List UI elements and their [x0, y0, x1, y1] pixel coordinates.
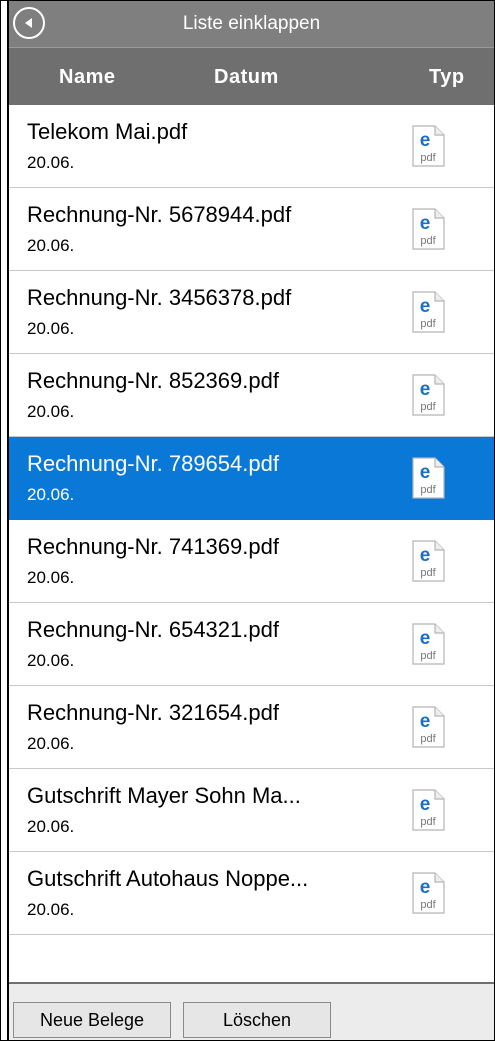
document-name: Rechnung-Nr. 852369.pdf — [27, 368, 279, 393]
list-item[interactable]: Rechnung-Nr. 321654.pdf 20.06. e pdf — [9, 686, 494, 769]
svg-text:e: e — [420, 628, 431, 649]
column-type-header[interactable]: Typ — [429, 66, 465, 89]
pdf-icon-label: pdf — [420, 650, 436, 662]
document-list: Telekom Mai.pdf 20.06. e pdf Rechnung-Nr. 56… — [9, 105, 494, 935]
pdf-icon: e pdf — [411, 540, 445, 582]
column-name-header[interactable]: Name — [59, 66, 115, 89]
list-item[interactable]: Rechnung-Nr. 852369.pdf 20.06. e pdf — [9, 354, 494, 437]
svg-text:e: e — [420, 711, 431, 732]
column-date-header[interactable]: Datum — [214, 66, 279, 89]
document-name: Rechnung-Nr. 3456378.pdf — [27, 285, 292, 310]
document-date: 20.06. — [27, 900, 75, 919]
svg-text:e: e — [420, 794, 431, 815]
svg-text:e: e — [420, 877, 431, 898]
document-name: Rechnung-Nr. 321654.pdf — [27, 700, 279, 725]
delete-button[interactable]: Löschen — [183, 1002, 331, 1038]
footer-toolbar: Neue Belege Löschen — [9, 982, 494, 1040]
svg-text:e: e — [420, 379, 431, 400]
pdf-icon-label: pdf — [420, 816, 436, 828]
list-item[interactable]: Gutschrift Mayer Sohn Ma... 20.06. e pdf — [9, 769, 494, 852]
pdf-icon-label: pdf — [420, 899, 436, 911]
document-name: Rechnung-Nr. 741369.pdf — [27, 534, 279, 559]
collapse-label: Liste einklappen — [182, 13, 321, 34]
svg-text:e: e — [420, 545, 431, 566]
svg-text:e: e — [420, 462, 431, 483]
pdf-icon: e pdf — [411, 457, 445, 499]
document-date: 20.06. — [27, 485, 75, 504]
document-date: 20.06. — [27, 817, 75, 836]
list-item[interactable]: Rechnung-Nr. 654321.pdf 20.06. e pdf — [9, 603, 494, 686]
document-name: Rechnung-Nr. 5678944.pdf — [27, 202, 292, 227]
pdf-icon-label: pdf — [420, 152, 436, 164]
svg-text:e: e — [420, 296, 431, 317]
pdf-icon-label: pdf — [420, 484, 436, 496]
column-header: Name Datum Typ — [9, 47, 494, 106]
document-date: 20.06. — [27, 153, 75, 172]
list-item[interactable]: Gutschrift Autohaus Noppe... 20.06. e pdf — [9, 852, 494, 935]
pdf-icon-label: pdf — [420, 235, 436, 247]
document-date: 20.06. — [27, 568, 75, 587]
document-date: 20.06. — [27, 651, 75, 670]
list-item[interactable]: Rechnung-Nr. 3456378.pdf 20.06. e pdf — [9, 271, 494, 354]
list-item[interactable]: Rechnung-Nr. 5678944.pdf 20.06. e pdf — [9, 188, 494, 271]
list-item[interactable]: Rechnung-Nr. 741369.pdf 20.06. e pdf — [9, 520, 494, 603]
document-date: 20.06. — [27, 402, 75, 421]
document-name: Rechnung-Nr. 789654.pdf — [27, 451, 279, 476]
svg-text:e: e — [420, 130, 431, 151]
document-date: 20.06. — [27, 319, 75, 338]
pdf-icon-label: pdf — [420, 733, 436, 745]
pdf-icon: e pdf — [411, 872, 445, 914]
list-item[interactable]: Telekom Mai.pdf 20.06. e pdf — [9, 105, 494, 188]
pdf-icon: e pdf — [411, 125, 445, 167]
pdf-icon: e pdf — [411, 789, 445, 831]
document-date: 20.06. — [27, 236, 75, 255]
document-list-panel: Liste einklappen Name Datum Typ Telekom … — [0, 0, 495, 1041]
pdf-icon-label: pdf — [420, 318, 436, 330]
list-item[interactable]: Rechnung-Nr. 789654.pdf 20.06. e pdf — [9, 437, 494, 520]
pdf-icon: e pdf — [411, 208, 445, 250]
document-name: Gutschrift Mayer Sohn Ma... — [27, 783, 301, 808]
pdf-icon: e pdf — [411, 706, 445, 748]
document-name: Telekom Mai.pdf — [27, 119, 188, 144]
document-name: Gutschrift Autohaus Noppe... — [27, 866, 309, 891]
collapse-left-icon[interactable] — [13, 7, 45, 39]
new-documents-button[interactable]: Neue Belege — [13, 1002, 171, 1038]
pdf-icon: e pdf — [411, 291, 445, 333]
collapse-bar[interactable]: Liste einklappen — [9, 1, 494, 47]
pdf-icon: e pdf — [411, 623, 445, 665]
pdf-icon-label: pdf — [420, 567, 436, 579]
svg-text:e: e — [420, 213, 431, 234]
pdf-icon: e pdf — [411, 374, 445, 416]
pdf-icon-label: pdf — [420, 401, 436, 413]
document-name: Rechnung-Nr. 654321.pdf — [27, 617, 279, 642]
document-date: 20.06. — [27, 734, 75, 753]
